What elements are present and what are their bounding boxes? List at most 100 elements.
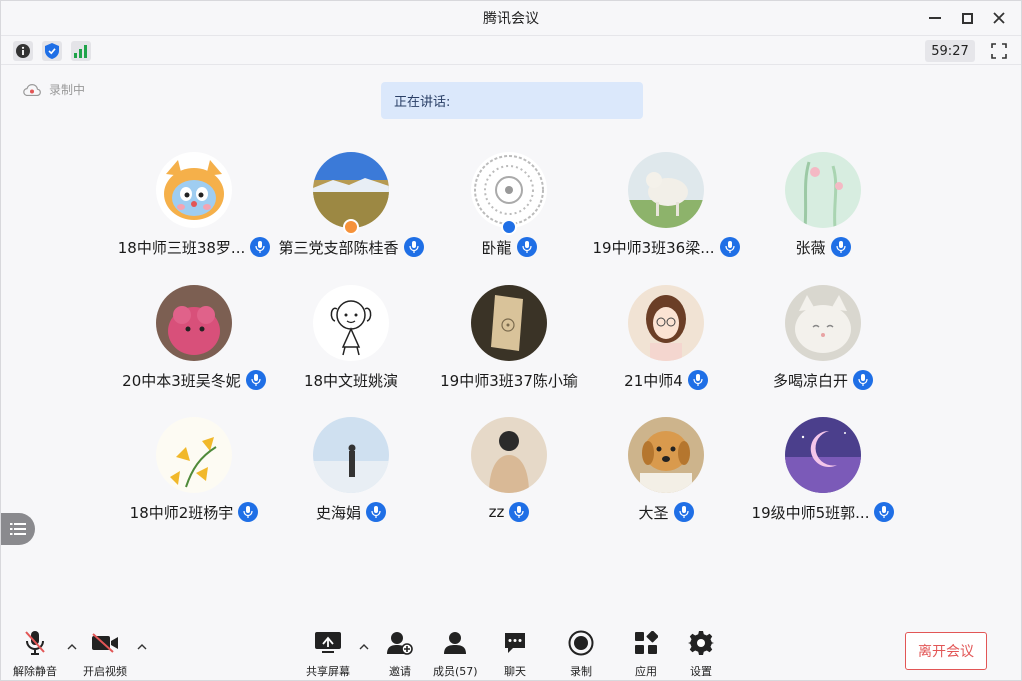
avatar-image	[471, 152, 547, 228]
info-icon	[16, 44, 30, 58]
participant-tile[interactable]: 张薇	[743, 152, 903, 258]
chevron-up-icon	[137, 644, 147, 650]
title-bar: 腾讯会议	[1, 1, 1021, 35]
list-icon	[10, 523, 26, 535]
minimize-icon	[929, 17, 941, 19]
maximize-button[interactable]	[951, 1, 983, 35]
leave-meeting-button[interactable]: 离开会议	[905, 632, 987, 670]
participant-name-row: 18中师2班杨宇	[114, 501, 274, 523]
record-button[interactable]: 录制	[567, 629, 595, 679]
start-video-label: 开启视频	[83, 665, 127, 678]
network-button[interactable]	[71, 41, 91, 61]
invite-button[interactable]: 邀请	[386, 629, 414, 679]
participant-name-row: 18中文班姚演	[271, 369, 431, 391]
apps-icon	[635, 631, 658, 654]
participant-tile[interactable]: 大圣	[586, 417, 746, 523]
fullscreen-icon	[991, 43, 1007, 59]
apps-button[interactable]: 应用	[632, 629, 660, 679]
share-screen-button[interactable]: 共享屏幕	[306, 629, 350, 679]
avatar-image	[471, 285, 547, 361]
shield-icon	[45, 43, 59, 59]
participant-tile[interactable]: 19级中师5班郭...	[743, 417, 903, 523]
participant-tile[interactable]: 18中师三班38罗...	[114, 152, 274, 258]
close-button[interactable]	[983, 1, 1015, 35]
participant-name: 19中师3班37陈小瑜	[440, 371, 578, 390]
security-button[interactable]	[42, 41, 62, 61]
mic-icon	[830, 237, 851, 257]
participant-tile[interactable]: 史海娟	[271, 417, 431, 523]
members-label: 成员(57)	[433, 665, 478, 678]
participant-name: 20中本3班吴冬妮	[122, 371, 241, 390]
participant-tile[interactable]: 20中本3班吴冬妮	[114, 285, 274, 391]
chat-button[interactable]: 聊天	[501, 629, 529, 679]
avatar-image	[628, 417, 704, 493]
window-controls	[919, 1, 1015, 35]
record-icon	[568, 630, 594, 656]
start-video-button[interactable]: 开启视频	[83, 629, 127, 679]
side-list-toggle[interactable]	[1, 513, 35, 545]
avatar-image	[785, 285, 861, 361]
participant-tile[interactable]: zz	[429, 417, 589, 523]
cloud-record-icon	[23, 83, 41, 96]
mic-icon	[250, 237, 271, 257]
unmute-button[interactable]: 解除静音	[13, 629, 57, 679]
participant-name: 18中文班姚演	[303, 371, 399, 390]
participant-tile[interactable]: 21中师4	[586, 285, 746, 391]
avatar-image	[628, 285, 704, 361]
maximize-icon	[961, 12, 973, 24]
video-off-icon	[92, 633, 118, 653]
video-options-button[interactable]	[136, 641, 148, 653]
speaking-indicator: 正在讲话:	[381, 82, 643, 119]
mic-icon	[403, 237, 424, 257]
avatar-image	[628, 152, 704, 228]
audio-options-button[interactable]	[66, 641, 78, 653]
participant-tile[interactable]: 第三党支部陈桂香	[271, 152, 431, 258]
avatar	[156, 152, 232, 228]
share-options-button[interactable]	[358, 641, 370, 653]
avatar-image	[156, 285, 232, 361]
avatar	[785, 417, 861, 493]
mic-icon	[853, 370, 873, 390]
minimize-button[interactable]	[919, 1, 951, 35]
mic-icon	[245, 370, 266, 390]
members-button[interactable]: 成员(57)	[433, 629, 478, 679]
avatar	[313, 417, 389, 493]
members-icon	[444, 632, 467, 654]
participant-name-row: 19中师3班37陈小瑜	[429, 369, 589, 391]
participant-name-row: 史海娟	[271, 501, 431, 523]
avatar	[785, 285, 861, 361]
participant-tile[interactable]: 18中文班姚演	[271, 285, 431, 391]
mic-icon	[874, 502, 895, 522]
participant-name-row: zz	[429, 501, 589, 523]
mic-icon	[238, 502, 259, 522]
participant-name-row: 多喝凉白开	[743, 369, 903, 391]
mic-muted-icon	[25, 631, 45, 655]
participant-name-row: 18中师三班38罗...	[114, 236, 274, 258]
meeting-toolbar: 解除静音 开启视频 共享屏幕 邀请 成员(57) 聊天 录制 应用 设置 离开会…	[1, 621, 1021, 681]
add-user-icon	[387, 632, 413, 655]
mic-icon	[719, 237, 740, 257]
record-label: 录制	[570, 665, 592, 678]
host-badge-icon	[501, 219, 517, 235]
participant-tile[interactable]: 多喝凉白开	[743, 285, 903, 391]
participant-tile[interactable]: 19中师3班36梁...	[586, 152, 746, 258]
mic-icon	[509, 502, 530, 522]
mic-icon	[687, 370, 708, 390]
participant-tile[interactable]: 卧龍	[429, 152, 589, 258]
participant-tile[interactable]: 19中师3班37陈小瑜	[429, 285, 589, 391]
unmute-label: 解除静音	[13, 665, 57, 678]
fullscreen-button[interactable]	[989, 41, 1009, 61]
speaking-label: 正在讲话:	[394, 95, 451, 110]
window-title: 腾讯会议	[483, 11, 539, 27]
participant-name: 18中师2班杨宇	[129, 503, 234, 522]
avatar	[785, 152, 861, 228]
info-button[interactable]	[13, 41, 33, 61]
status-bar: 59:27	[1, 35, 1021, 65]
participant-tile[interactable]: 18中师2班杨宇	[114, 417, 274, 523]
participant-name: 19中师3班36梁...	[592, 238, 715, 257]
chevron-up-icon	[359, 644, 369, 650]
mic-icon	[673, 502, 694, 522]
settings-button[interactable]: 设置	[687, 629, 715, 679]
participant-name: 张薇	[795, 238, 826, 257]
gear-icon	[688, 631, 714, 655]
